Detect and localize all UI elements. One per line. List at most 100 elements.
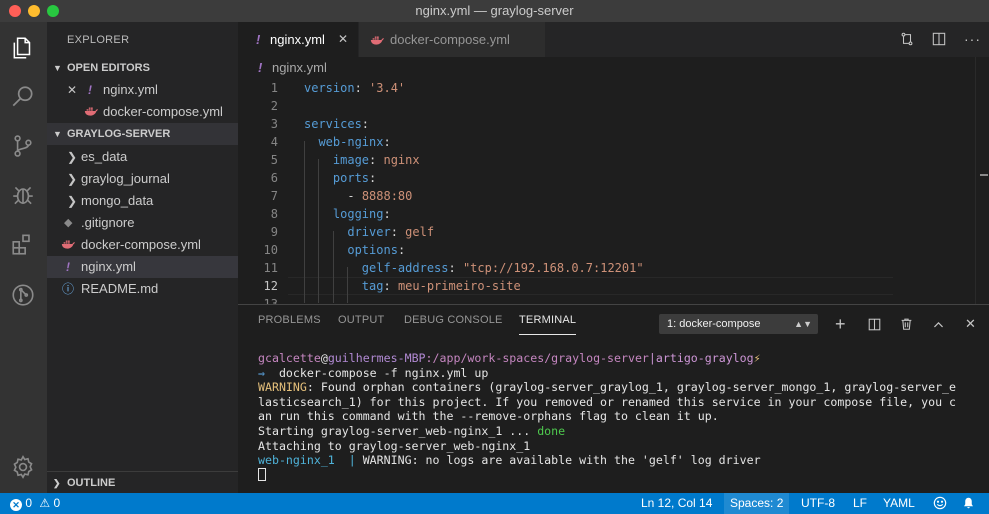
window-minimize-button[interactable] bbox=[28, 5, 40, 17]
code-text: ports: bbox=[332, 171, 377, 185]
window-title: nginx.yml — graylog-server bbox=[415, 3, 574, 18]
add-terminal-icon[interactable]: + bbox=[835, 314, 846, 334]
line-number: 7 bbox=[270, 189, 278, 203]
trash-icon[interactable] bbox=[900, 314, 913, 334]
code-text: driver: gelf bbox=[347, 225, 435, 239]
cursor-position-status[interactable]: Ln 12, Col 14 bbox=[641, 493, 712, 514]
project-folder-header[interactable]: ▼ GRAYLOG-SERVER bbox=[47, 123, 238, 145]
eol-status[interactable]: LF bbox=[853, 493, 867, 514]
line-number: 11 bbox=[263, 261, 278, 275]
terminal-cursor-line[interactable] bbox=[258, 467, 266, 483]
split-editor-icon[interactable] bbox=[932, 22, 946, 57]
line-number: 1 bbox=[270, 81, 278, 95]
terminal-select[interactable]: 1: docker-compose ▲▼ bbox=[659, 314, 818, 334]
chevron-down-icon: ▼ bbox=[53, 63, 62, 73]
source-control-icon[interactable] bbox=[9, 132, 37, 160]
editor-tab-bar: ! nginx.yml ✕ docker-compose.yml ··· bbox=[238, 22, 989, 57]
chevron-right-icon: ❯ bbox=[67, 194, 78, 208]
terminal-output-line: WARNING: Found orphan containers (graylo… bbox=[258, 380, 957, 395]
tree-file-docker-compose[interactable]: docker-compose.yml bbox=[47, 234, 238, 256]
code-line[interactable]: 9 driver: gelf bbox=[238, 223, 898, 241]
open-changes-icon[interactable] bbox=[900, 22, 914, 57]
explorer-sidebar: EXPLORER ▼ OPEN EDITORS ✕ ! nginx.yml do… bbox=[47, 22, 238, 493]
code-line[interactable]: 3 services: bbox=[238, 115, 898, 133]
close-icon[interactable]: ✕ bbox=[67, 79, 77, 101]
tree-file-readme[interactable]: ⓘ README.md bbox=[47, 278, 238, 300]
code-line[interactable]: 12 tag: meu-primeiro-site bbox=[238, 277, 898, 295]
remote-icon[interactable] bbox=[9, 281, 37, 309]
line-number: 10 bbox=[263, 243, 278, 257]
tab-output[interactable]: OUTPUT bbox=[338, 314, 384, 326]
split-terminal-icon[interactable] bbox=[868, 314, 881, 334]
window-maximize-button[interactable] bbox=[47, 5, 59, 17]
sidebar-title: EXPLORER bbox=[67, 34, 130, 46]
chevron-right-icon: ❯ bbox=[67, 172, 78, 186]
active-tab-indicator bbox=[519, 334, 576, 335]
notifications-bell-icon[interactable] bbox=[962, 493, 975, 514]
problems-status[interactable]: ✕ 0 ⚠ 0 bbox=[10, 493, 60, 514]
tree-folder-graylog-journal[interactable]: ❯ graylog_journal bbox=[47, 168, 238, 190]
more-actions-icon[interactable]: ··· bbox=[964, 22, 981, 57]
line-number: 12 bbox=[263, 279, 278, 293]
indentation-status[interactable]: Spaces: 2 bbox=[724, 493, 790, 514]
line-number: 3 bbox=[270, 117, 278, 131]
docker-icon bbox=[84, 102, 98, 124]
open-editor-item-docker-compose[interactable]: docker-compose.yml bbox=[47, 101, 238, 123]
tab-terminal[interactable]: TERMINAL bbox=[519, 314, 576, 326]
line-number: 4 bbox=[270, 135, 278, 149]
feedback-smiley-icon[interactable] bbox=[933, 493, 947, 514]
terminal-output-line: Attaching to graylog-server_web-nginx_1 bbox=[258, 438, 531, 453]
code-text: web-nginx: bbox=[318, 135, 391, 149]
tab-docker-compose-yml[interactable]: docker-compose.yml bbox=[359, 22, 545, 57]
open-editors-header[interactable]: ▼ OPEN EDITORS bbox=[47, 57, 238, 79]
yml-file-icon: ! bbox=[258, 60, 263, 75]
debug-icon[interactable] bbox=[9, 181, 37, 209]
yml-file-icon: ! bbox=[88, 83, 92, 97]
scrollbar-cursor-marker bbox=[980, 174, 988, 176]
chevron-right-icon: ❯ bbox=[67, 150, 78, 164]
close-panel-icon[interactable]: ✕ bbox=[965, 314, 976, 334]
arrow-icon: ⇒ bbox=[258, 365, 265, 380]
tree-folder-mongo-data[interactable]: ❯ mongo_data bbox=[47, 190, 238, 212]
info-icon: ⓘ bbox=[62, 282, 75, 296]
code-line[interactable]: 5 image: nginx bbox=[238, 151, 898, 169]
window-close-button[interactable] bbox=[9, 5, 21, 17]
bolt-icon: ⚡ bbox=[753, 351, 761, 365]
tree-file-nginx[interactable]: ! nginx.yml bbox=[47, 256, 238, 278]
tree-folder-es-data[interactable]: ❯ es_data bbox=[47, 146, 238, 168]
terminal-output-line: lasticsearch_1) for this project. If you… bbox=[258, 394, 957, 409]
tab-problems[interactable]: PROBLEMS bbox=[258, 314, 321, 326]
code-line[interactable]: 13 bbox=[238, 295, 898, 304]
code-line[interactable]: 10 options: bbox=[238, 241, 898, 259]
code-editor[interactable]: ! nginx.yml 1 version: '3.4' 2 3 services: 4 … bbox=[238, 57, 989, 304]
docker-icon bbox=[370, 24, 384, 59]
code-line[interactable]: 4 web-nginx: bbox=[238, 133, 898, 151]
tree-file-gitignore[interactable]: ◆ .gitignore bbox=[47, 212, 238, 234]
encoding-status[interactable]: UTF-8 bbox=[801, 493, 835, 514]
code-line[interactable]: 11 gelf-address: "tcp://192.168.0.7:1220… bbox=[238, 259, 898, 277]
extensions-icon[interactable] bbox=[9, 230, 37, 258]
explorer-icon[interactable] bbox=[9, 34, 37, 62]
line-number: 8 bbox=[270, 207, 278, 221]
maximize-panel-icon[interactable] bbox=[932, 314, 945, 334]
tab-debug-console[interactable]: DEBUG CONSOLE bbox=[404, 314, 503, 326]
outline-section-header[interactable]: ❯ OUTLINE bbox=[47, 471, 238, 493]
git-icon: ◆ bbox=[64, 217, 73, 229]
breadcrumb[interactable]: ! nginx.yml bbox=[258, 60, 327, 75]
code-line[interactable]: 2 bbox=[238, 97, 898, 115]
editor-scrollbar[interactable] bbox=[975, 57, 989, 304]
code-line[interactable]: 7 - 8888:80 bbox=[238, 187, 898, 205]
close-icon[interactable]: ✕ bbox=[338, 22, 348, 57]
status-bar: ✕ 0 ⚠ 0 Ln 12, Col 14 Spaces: 2 UTF-8 LF… bbox=[0, 493, 989, 514]
warning-icon: ⚠ bbox=[39, 496, 51, 510]
open-editor-item-nginx[interactable]: ✕ ! nginx.yml bbox=[47, 79, 238, 101]
settings-gear-icon[interactable] bbox=[9, 453, 37, 481]
search-icon[interactable] bbox=[9, 83, 37, 111]
code-line[interactable]: 6 ports: bbox=[238, 169, 898, 187]
title-bar: nginx.yml — graylog-server bbox=[0, 0, 989, 22]
code-line[interactable]: 8 logging: bbox=[238, 205, 898, 223]
tab-nginx-yml[interactable]: ! nginx.yml ✕ bbox=[238, 22, 358, 57]
code-line[interactable]: 1 version: '3.4' bbox=[238, 79, 898, 97]
activity-bar bbox=[0, 22, 47, 493]
language-mode-status[interactable]: YAML bbox=[883, 493, 915, 514]
